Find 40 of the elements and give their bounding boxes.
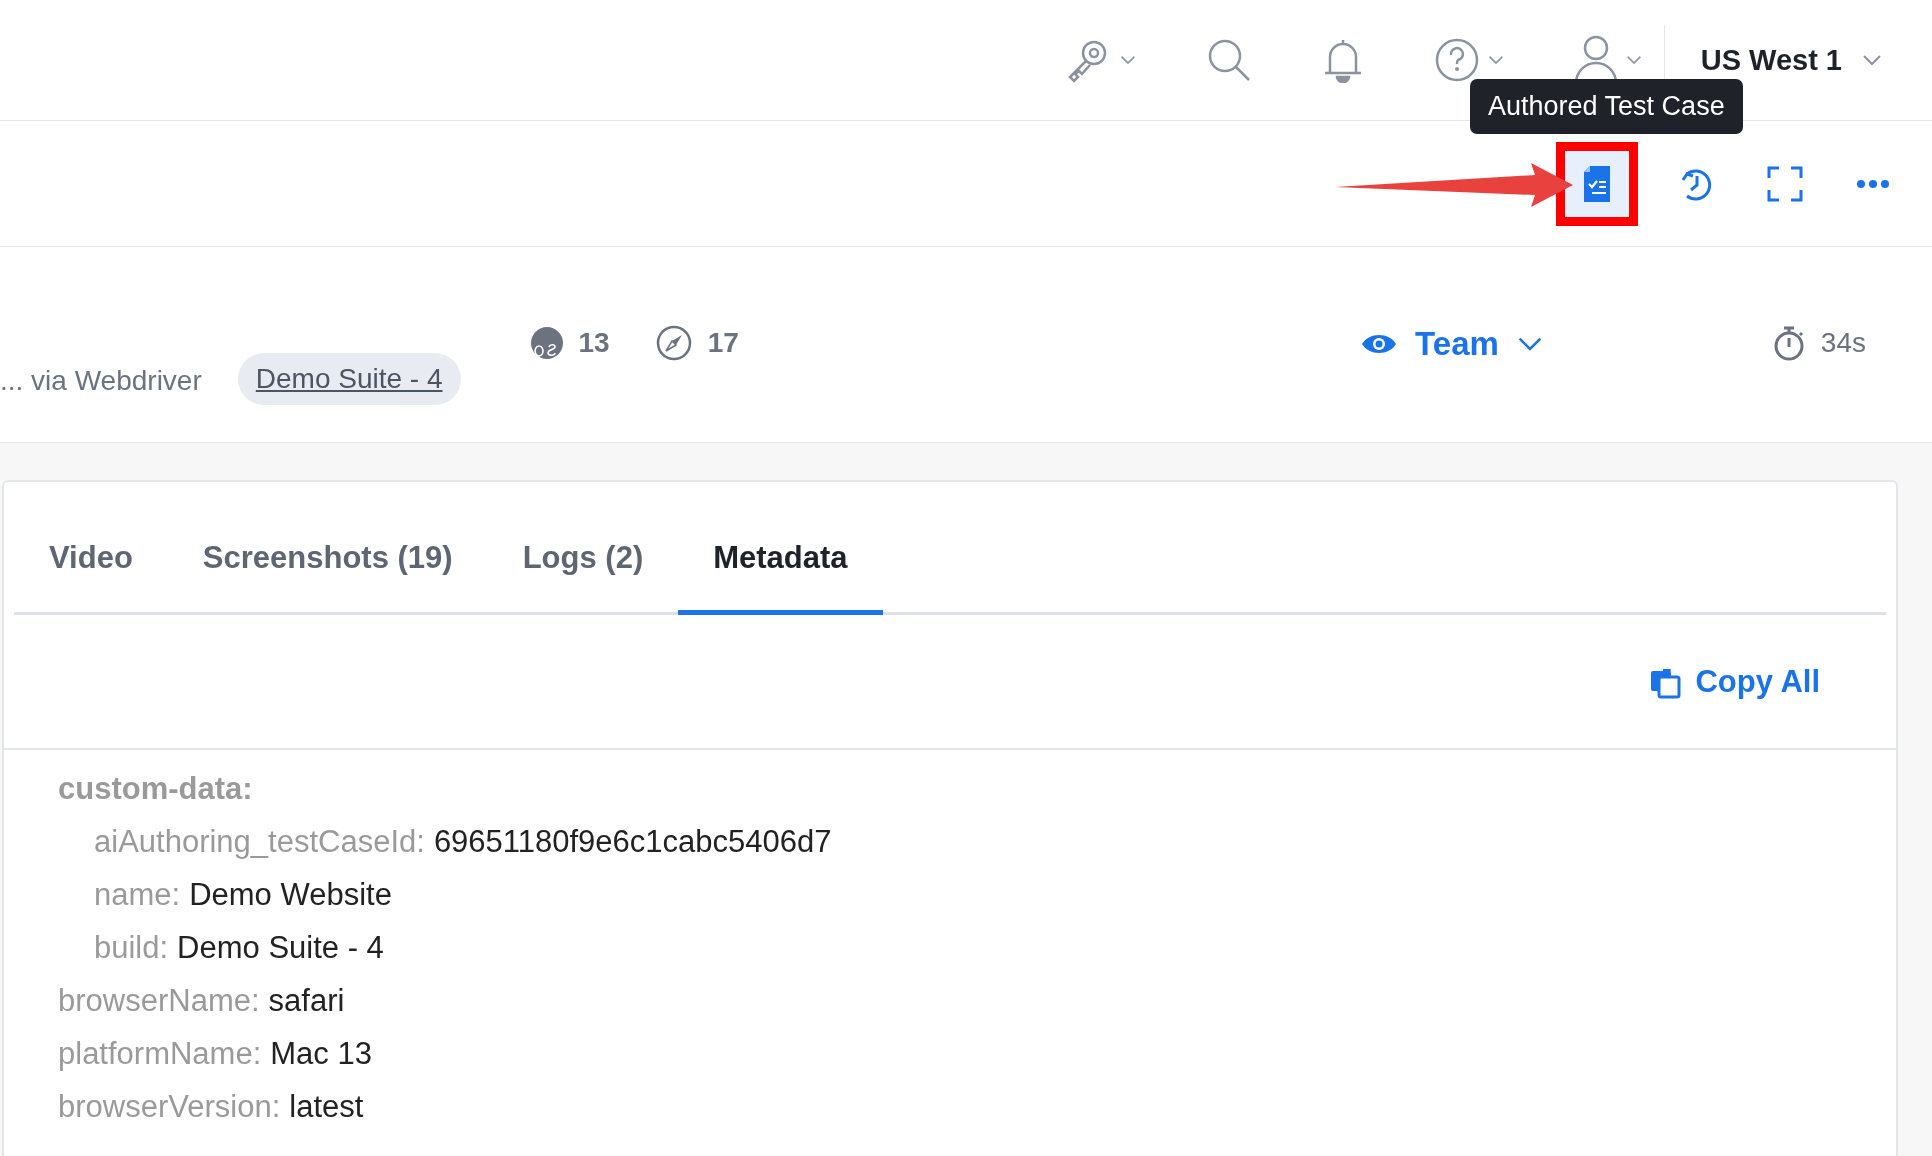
metadata-group-label: custom-data: [58,770,253,807]
metadata-value: Demo Suite - 4 [177,929,384,966]
testcase-button[interactable] [1556,141,1638,226]
tab[interactable]: Screenshots (19) [167,540,488,615]
metadata-value: 69651180f9e6c1cabc5406d7 [433,823,832,860]
chevron-icon [1516,336,1543,352]
metadata-value: Mac 13 [270,1035,372,1072]
metadata-value: Demo Website [189,876,392,913]
region-selector[interactable]: US West 1 [1694,42,1888,78]
duration: 34s [1820,327,1866,359]
os-version: 13 [578,327,610,359]
metadata-key: build: [94,929,169,966]
build-link[interactable]: Demo Suite - 4 [237,353,461,405]
tab[interactable]: Video [14,540,168,615]
help-icon [1433,37,1480,83]
runner-text: ... via Webdriver [0,365,202,397]
caret-icon [1862,54,1882,66]
stopwatch-icon [1772,325,1805,361]
metadata-key: aiAuthoring_testCaseId: [94,823,425,860]
tab[interactable]: Logs (2) [487,540,679,615]
more-icon [1856,178,1890,189]
metadata-value: latest [289,1088,364,1125]
tab[interactable]: Metadata [678,540,883,615]
metadata-value: safari [268,982,345,1019]
fullscreen-icon [1767,165,1803,202]
metadata-key: name: [94,876,181,913]
compass-icon [655,325,692,361]
document-checklist-icon [1582,164,1612,203]
help-menu-button[interactable] [1433,37,1504,83]
caret-icon [1625,55,1642,65]
metadata-key: browserName: [58,982,260,1019]
caret-icon [1487,55,1504,65]
visibility-dropdown[interactable]: Team [1361,325,1543,363]
caret-icon [1119,55,1136,65]
metadata-key: platformName: [58,1035,262,1072]
tooltip: Authored Test Case [1470,79,1743,134]
copy-all-button[interactable]: Copy All [1643,662,1826,701]
metadata-key: browserVersion: [58,1088,281,1125]
eye-icon [1361,332,1398,356]
browser-version: 17 [707,327,739,359]
